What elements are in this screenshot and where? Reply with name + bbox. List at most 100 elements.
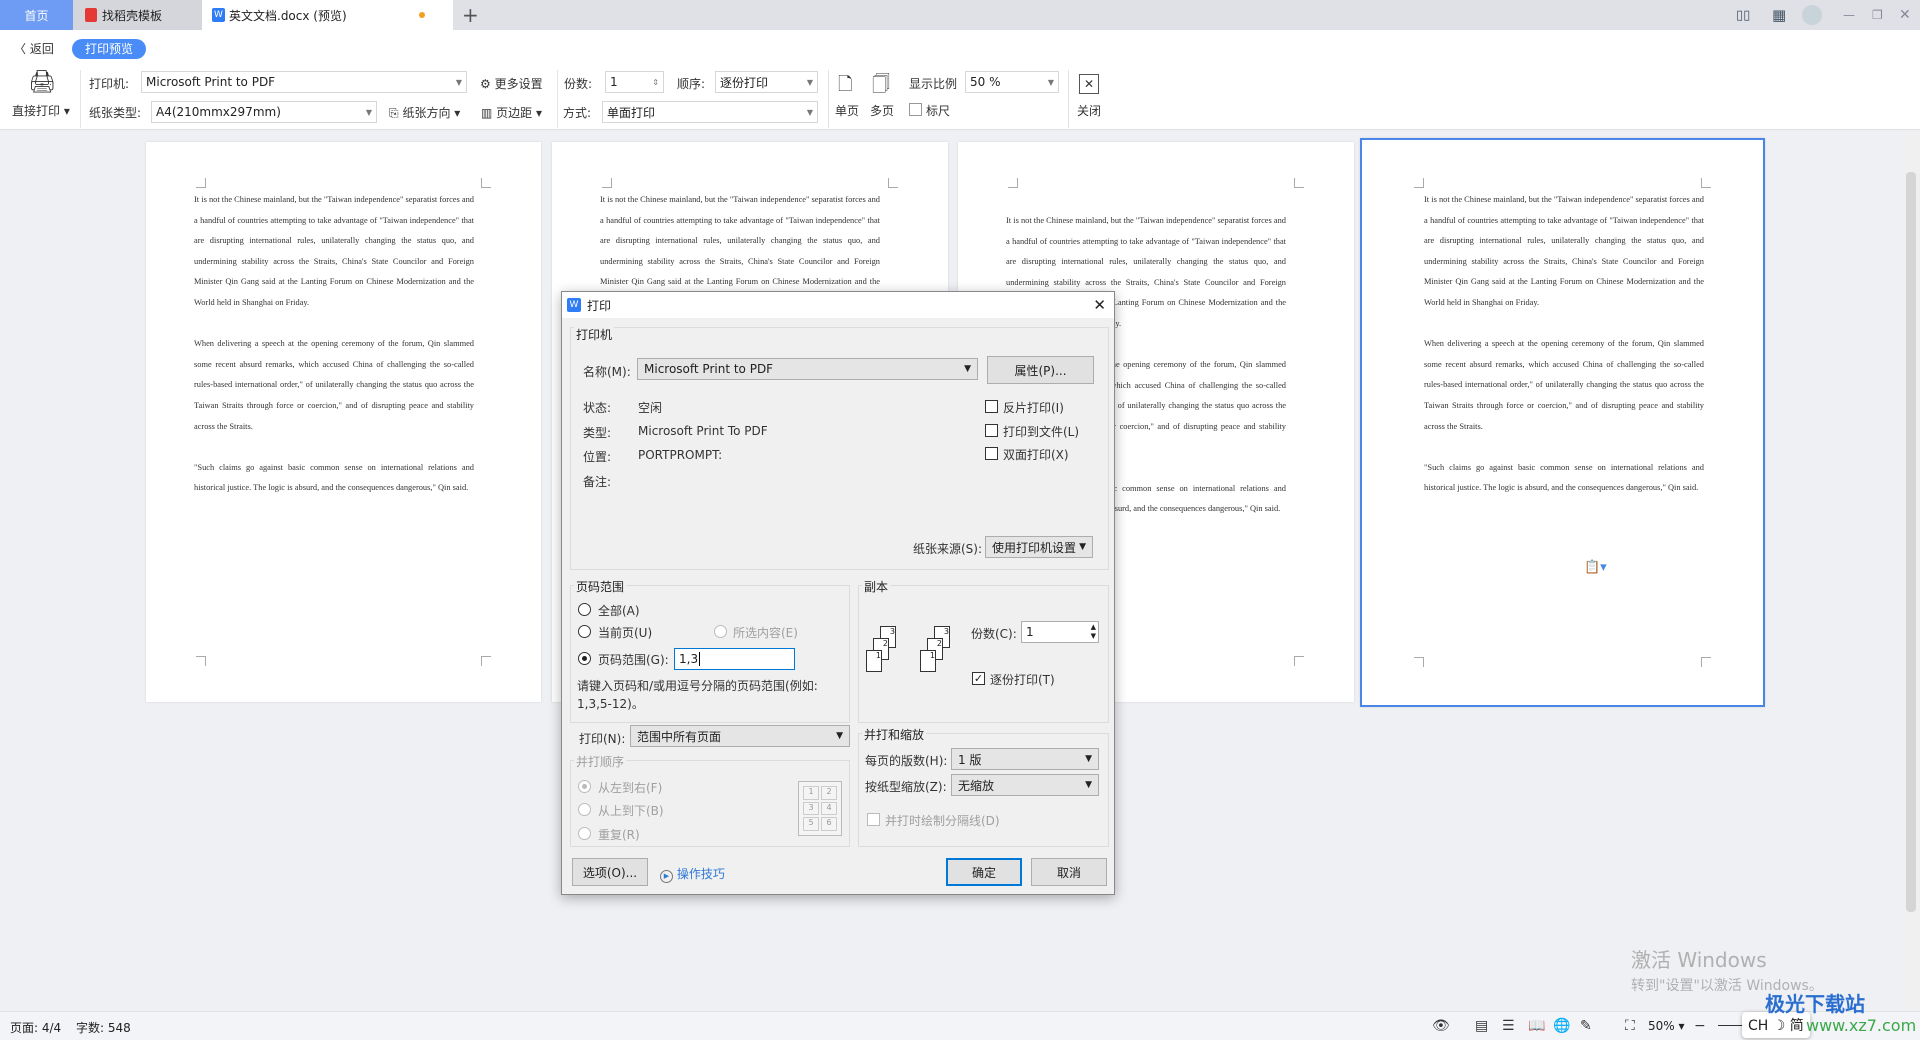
minimize-button[interactable]: — [1843,0,1855,30]
play-circle-icon: ▶ [660,870,673,883]
orientation-button[interactable]: ⎘ 纸张方向 ▾ [389,104,460,121]
tips-link[interactable]: ▶ 操作技巧 [660,865,725,883]
wps-icon: W [567,298,581,312]
pages-per-sheet-label: 每页的版数(H): [865,754,948,768]
printer-name-select[interactable]: Microsoft Print to PDF ▼ [637,358,978,380]
apps-grid-icon[interactable]: ▦ [1772,0,1786,30]
outline-view-icon[interactable]: ☰ [1502,1018,1515,1034]
order-select[interactable]: 逐份打印 ▼ [715,71,818,93]
multi-page-icon[interactable]: 🗍 [872,72,890,102]
top-to-bottom-radio[interactable] [578,803,591,816]
zoom-out-button[interactable]: − [1694,1018,1706,1034]
gear-icon: ⚙ [480,77,491,91]
duplex-label: 双面打印(X) [1003,448,1069,462]
maximize-button[interactable]: ❐ [1872,0,1883,30]
web-view-icon[interactable]: 🌐 [1553,1018,1570,1034]
status-label: 状态: [583,401,612,415]
left-to-right-radio[interactable] [578,780,591,793]
margins-button[interactable]: ▥ 页边距 ▾ [481,104,542,121]
vertical-scrollbar[interactable] [1904,132,1918,1010]
divider [80,70,81,128]
scale-to-paper-select[interactable]: 无缩放 ▼ [951,774,1099,796]
page-range-input[interactable]: 1,3 [674,648,795,670]
paper-type-label: 纸张类型: [89,106,142,120]
printer-select[interactable]: Microsoft Print to PDF ▼ [141,71,467,93]
page-text: It is not the Chinese mainland, but the … [194,195,474,493]
mode-select[interactable]: 单面打印 ▼ [602,101,818,123]
collate-illustration-icon: 3 2 1 [866,626,911,676]
close-window-button[interactable]: ✕ [1899,0,1911,30]
more-settings-button[interactable]: ⚙ 更多设置 [480,75,543,92]
status-value: 空闲 [638,401,663,415]
page-order-grid-icon: 123456 [798,781,842,836]
close-preview-button[interactable]: 关闭 [1077,102,1101,119]
print-to-file-checkbox[interactable] [985,424,998,437]
tab-home[interactable]: 首页 [0,0,73,30]
copies-count-label: 份数(C): [971,627,1017,641]
ruler-checkbox[interactable] [909,103,922,116]
print-dialog: W 打印 ✕ 打印机 名称(M): Microsoft Print to PDF… [561,291,1115,895]
zoom-select[interactable]: 50 % ▼ [965,71,1059,93]
options-button[interactable]: 选项(O)... [572,858,648,886]
zoom-level[interactable]: 50% ▾ [1648,1019,1685,1033]
reverse-print-checkbox[interactable] [985,400,998,413]
avatar[interactable] [1802,0,1822,30]
new-tab-button[interactable]: + [462,0,479,30]
direct-print-button[interactable]: 直接打印 ▾ [12,102,70,119]
paste-options-icon[interactable]: 📋▾ [1584,560,1607,575]
copies-group-label: 副本 [862,578,891,595]
collate-illustration-icon: 3 2 1 [920,626,965,676]
chevron-down-icon: ▼ [455,77,462,87]
page-range-radio[interactable] [578,652,591,665]
location-value: PORTPROMPT: [638,448,723,462]
close-preview-icon[interactable]: ✕ [1079,74,1099,94]
collate-label: 逐份打印(T) [990,673,1055,687]
page-range-label: 页码范围(G): [598,653,669,667]
dialog-close-button[interactable]: ✕ [1093,296,1106,314]
zoom-label: 显示比例 [909,77,958,91]
cancel-button[interactable]: 取消 [1031,858,1107,886]
pen-icon[interactable]: ✎ [1580,1018,1592,1034]
duplex-checkbox[interactable] [985,447,998,460]
single-page-button[interactable]: 单页 [835,102,859,119]
current-page-radio[interactable] [578,625,591,638]
selection-label: 所选内容(E) [733,626,798,640]
page-range-hint-example: 1,3,5-12)。 [577,697,644,711]
all-pages-radio[interactable] [578,603,591,616]
tab-document[interactable]: W 英文文档.docx (预览) [202,0,453,30]
print-what-select[interactable]: 范围中所有页面 ▼ [630,725,850,747]
ok-button[interactable]: 确定 [946,858,1022,886]
copies-count-stepper[interactable]: 1 ▲ ▼ [1021,621,1099,643]
page-view-icon[interactable]: ▤ [1475,1018,1488,1034]
paper-source-select[interactable]: 使用打印机设置 ▼ [985,536,1093,558]
selection-radio[interactable] [714,625,727,638]
layout-icon[interactable]: ▯▯ [1736,0,1750,30]
paper-type-select[interactable]: A4(210mmx297mm) ▼ [151,101,377,123]
printer-label: 打印机: [89,77,130,91]
repeat-label: 重复(R) [598,828,640,842]
copies-label: 份数: [564,77,593,91]
back-button[interactable]: 〈 返回 [14,40,54,57]
chevron-left-icon: 〈 [14,42,30,56]
properties-button[interactable]: 属性(P)... [987,356,1094,384]
copies-stepper[interactable]: 1 ⇕ [605,71,664,93]
direct-print-icon[interactable]: 🖨 [28,70,56,95]
preview-page-1[interactable]: It is not the Chinese mainland, but the … [146,142,541,702]
page-count: 页面: 4/4 [10,1021,62,1035]
docer-icon [85,8,97,22]
reading-view-icon[interactable]: 📖 [1528,1018,1545,1034]
tab-templates[interactable]: 找稻壳模板 [73,0,202,30]
collate-checkbox[interactable]: ✓ [972,672,985,685]
preview-page-4-selected[interactable]: It is not the Chinese mainland, but the … [1360,138,1765,707]
print-preview-pill[interactable]: 打印预览 [72,39,146,59]
fit-page-icon[interactable]: ⛶ [1625,1018,1635,1034]
eye-protection-icon[interactable]: 👁 [1432,1018,1450,1034]
print-to-file-label: 打印到文件(L) [1003,425,1080,439]
repeat-radio[interactable] [578,827,591,840]
draw-lines-checkbox[interactable] [867,813,880,826]
scale-group-label: 并打和缩放 [862,726,927,743]
multi-page-button[interactable]: 多页 [870,102,894,119]
mode-label: 方式: [563,106,592,120]
single-page-icon[interactable]: 🗋 [838,72,852,102]
pages-per-sheet-select[interactable]: 1 版 ▼ [951,748,1099,770]
